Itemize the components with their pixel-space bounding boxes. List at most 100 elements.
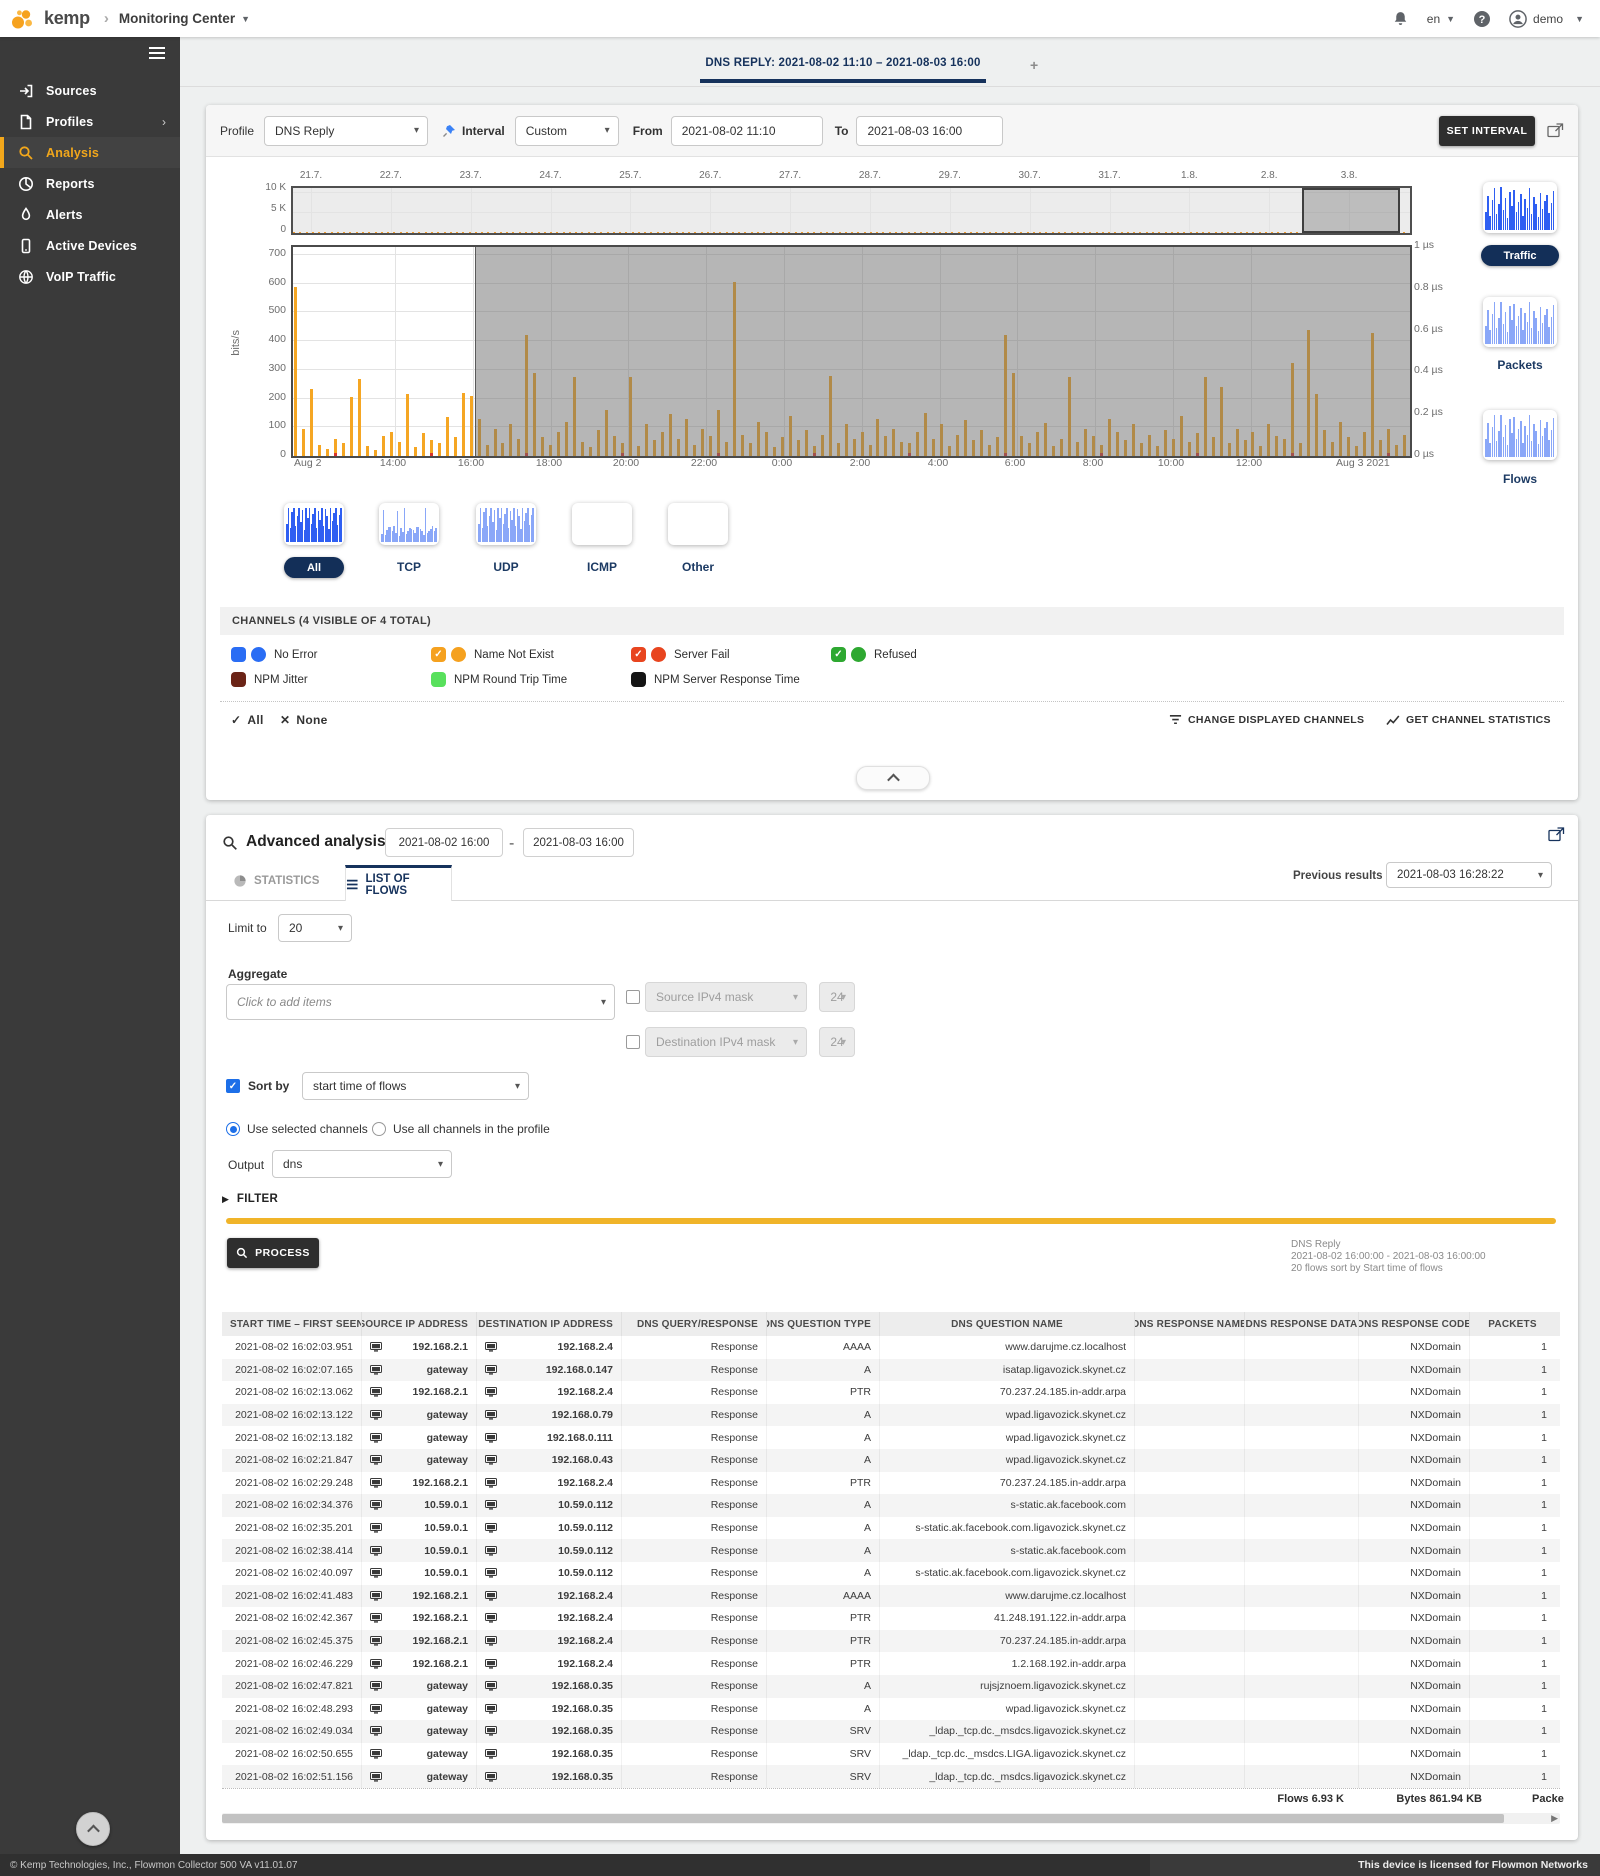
profiles-expand-icon[interactable]: › (162, 115, 166, 129)
table-row[interactable]: 2021-08-02 16:02:45.375 192.168.2.1 192.… (222, 1630, 1560, 1653)
col-packets[interactable]: PACKETS (1470, 1312, 1555, 1336)
channel-server-fail[interactable]: ✓ Server Fail (631, 647, 730, 662)
channel-checkbox[interactable]: ✓ (431, 647, 446, 662)
use-all-channels-radio[interactable] (372, 1122, 386, 1136)
sidebar-item-analysis[interactable]: Analysis (0, 137, 180, 168)
channel-checkbox[interactable]: ✓ (631, 647, 646, 662)
sidebar-item-alerts[interactable]: Alerts (0, 199, 180, 230)
new-tab-button[interactable]: + (1030, 57, 1038, 73)
flows-chart-button[interactable]: Flows (1481, 472, 1559, 486)
sidebar-item-sources[interactable]: Sources (0, 75, 180, 106)
get-channel-statistics-button[interactable]: GET CHANNEL STATISTICS (1386, 714, 1551, 726)
protocol-icmp-button[interactable]: ICMP (572, 560, 632, 574)
protocol-other-thumbnail[interactable] (668, 503, 728, 545)
overview-timeline[interactable] (291, 186, 1412, 235)
table-row[interactable]: 2021-08-02 16:02:38.414 10.59.0.1 10.59.… (222, 1539, 1560, 1562)
protocol-udp-thumbnail[interactable] (476, 503, 536, 545)
dest-mask-select[interactable]: Destination IPv4 mask (645, 1027, 807, 1057)
source-mask-value[interactable]: 24 (819, 982, 855, 1012)
tab-statistics[interactable]: STATISTICS (233, 874, 319, 888)
table-row[interactable]: 2021-08-02 16:02:51.156 gateway 192.168.… (222, 1765, 1560, 1788)
packets-chart-button[interactable]: Packets (1481, 358, 1559, 372)
channel-name-not-exist[interactable]: ✓ Name Not Exist (431, 647, 554, 662)
col-source-ip[interactable]: SOURCE IP ADDRESS (362, 1312, 477, 1336)
change-displayed-channels-button[interactable]: CHANGE DISPLAYED CHANNELS (1169, 714, 1364, 726)
dest-mask-value[interactable]: 24 (819, 1027, 855, 1057)
traffic-bar-chart[interactable] (291, 245, 1412, 458)
col-start-time[interactable]: START TIME – FIRST SEEN (222, 1312, 362, 1336)
collapse-panel-button[interactable] (856, 766, 930, 790)
sidebar-item-voip-traffic[interactable]: VoIP Traffic (0, 261, 180, 292)
table-row[interactable]: 2021-08-02 16:02:29.248 192.168.2.1 192.… (222, 1472, 1560, 1495)
tab-list-of-flows[interactable]: LIST OF FLOWS (345, 865, 452, 901)
table-row[interactable]: 2021-08-02 16:02:46.229 192.168.2.1 192.… (222, 1652, 1560, 1675)
protocol-tcp-thumbnail[interactable] (379, 503, 439, 545)
source-mask-checkbox[interactable] (626, 990, 640, 1004)
channel-npm-server-response-time[interactable]: NPM Server Response Time (631, 672, 800, 687)
table-row[interactable]: 2021-08-02 16:02:42.367 192.168.2.1 192.… (222, 1607, 1560, 1630)
from-input[interactable] (671, 116, 823, 146)
channel-no-error[interactable]: No Error (231, 647, 317, 662)
use-selected-channels-radio[interactable] (226, 1122, 240, 1136)
table-row[interactable]: 2021-08-02 16:02:13.182 gateway 192.168.… (222, 1426, 1560, 1449)
protocol-all-button[interactable]: All (284, 557, 344, 578)
table-row[interactable]: 2021-08-02 16:02:35.201 10.59.0.1 10.59.… (222, 1517, 1560, 1540)
sidebar-item-active-devices[interactable]: Active Devices (0, 230, 180, 261)
analysis-from-input[interactable]: 2021-08-02 16:00 (385, 828, 503, 857)
dest-mask-checkbox[interactable] (626, 1035, 640, 1049)
user-menu[interactable]: demo ▼ (1509, 10, 1584, 28)
protocol-icmp-thumbnail[interactable] (572, 503, 632, 545)
table-row[interactable]: 2021-08-02 16:02:34.376 10.59.0.1 10.59.… (222, 1494, 1560, 1517)
set-interval-button[interactable]: SET INTERVAL (1439, 116, 1535, 146)
interval-select[interactable]: Custom (515, 116, 619, 146)
export-analysis-icon[interactable] (1548, 827, 1565, 842)
protocol-all-thumbnail[interactable] (284, 503, 344, 545)
pin-icon[interactable] (442, 124, 456, 138)
col-dns-response-data[interactable]: DNS RESPONSE DATA (1245, 1312, 1359, 1336)
table-row[interactable]: 2021-08-02 16:02:48.293 gateway 192.168.… (222, 1698, 1560, 1721)
protocol-udp-button[interactable]: UDP (476, 560, 536, 574)
col-dns-response-name[interactable]: DNS RESPONSE NAME (1135, 1312, 1245, 1336)
table-row[interactable]: 2021-08-02 16:02:03.951 192.168.2.1 192.… (222, 1336, 1560, 1359)
flows-thumbnail[interactable] (1483, 410, 1557, 460)
to-input[interactable] (856, 116, 1003, 146)
channel-checkbox[interactable] (231, 647, 246, 662)
sidebar-item-profiles[interactable]: Profiles › (0, 106, 180, 137)
packets-thumbnail[interactable] (1483, 297, 1557, 347)
export-chart-icon[interactable] (1547, 123, 1564, 138)
language-selector[interactable]: en ▼ (1427, 12, 1455, 26)
table-row[interactable]: 2021-08-02 16:02:07.165 gateway 192.168.… (222, 1359, 1560, 1382)
notifications-bell-icon[interactable] (1392, 10, 1409, 28)
table-row[interactable]: 2021-08-02 16:02:50.655 gateway 192.168.… (222, 1743, 1560, 1766)
channel-refused[interactable]: ✓ Refused (831, 647, 917, 662)
profile-select[interactable]: DNS Reply (264, 116, 428, 146)
sidebar-item-reports[interactable]: Reports (0, 168, 180, 199)
limit-select[interactable]: 20 (278, 914, 352, 942)
col-dns-response-code[interactable]: DNS RESPONSE CODE (1359, 1312, 1470, 1336)
sidebar-menu-icon[interactable] (148, 46, 166, 60)
col-dns-question-name[interactable]: DNS QUESTION NAME (880, 1312, 1135, 1336)
help-icon[interactable]: ? (1473, 10, 1491, 28)
breadcrumb-caret-icon[interactable]: ▼ (241, 14, 250, 24)
channels-select-none-button[interactable]: ✕None (280, 713, 328, 727)
aggregate-select[interactable]: Click to add items (226, 984, 615, 1020)
table-row[interactable]: 2021-08-02 16:02:49.034 gateway 192.168.… (222, 1720, 1560, 1743)
channel-checkbox[interactable]: ✓ (831, 647, 846, 662)
col-dns-query-response[interactable]: DNS QUERY/RESPONSE (622, 1312, 767, 1336)
col-destination-ip[interactable]: DESTINATION IP ADDRESS (477, 1312, 622, 1336)
traffic-chart-button[interactable]: Traffic (1481, 245, 1559, 266)
table-row[interactable]: 2021-08-02 16:02:40.097 10.59.0.1 10.59.… (222, 1562, 1560, 1585)
table-row[interactable]: 2021-08-02 16:02:13.122 gateway 192.168.… (222, 1404, 1560, 1427)
analysis-to-input[interactable]: 2021-08-03 16:00 (523, 828, 634, 857)
previous-results-select[interactable]: 2021-08-03 16:28:22 (1386, 862, 1552, 888)
table-row[interactable]: 2021-08-02 16:02:41.483 192.168.2.1 192.… (222, 1585, 1560, 1608)
protocol-tcp-button[interactable]: TCP (379, 560, 439, 574)
channel-npm-round-trip-time[interactable]: NPM Round Trip Time (431, 672, 567, 687)
channels-select-all-button[interactable]: ✓All (231, 713, 264, 727)
process-button[interactable]: PROCESS (227, 1238, 319, 1268)
output-select[interactable]: dns (272, 1150, 452, 1178)
traffic-thumbnail[interactable] (1483, 182, 1557, 233)
col-dns-question-type[interactable]: DNS QUESTION TYPE (767, 1312, 880, 1336)
tab-dns-reply[interactable]: DNS REPLY: 2021-08-02 11:10 – 2021-08-03… (705, 57, 980, 69)
sort-by-checkbox[interactable]: ✓ (226, 1079, 240, 1093)
